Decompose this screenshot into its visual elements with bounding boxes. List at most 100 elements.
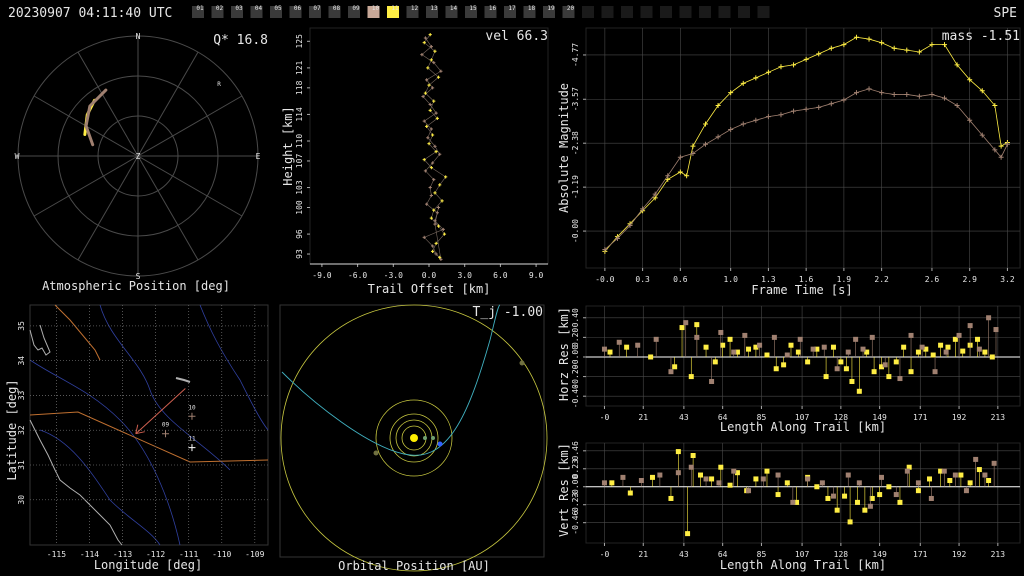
residual-point (810, 346, 816, 352)
y-tick-label: -3.57 (571, 87, 580, 111)
horz-res-xlabel: Length Along Trail [km] (720, 420, 886, 434)
residual-point (685, 531, 691, 537)
magnitude-point (703, 121, 709, 127)
plot-frame (585, 27, 1021, 269)
polar-north-label: N (136, 32, 141, 41)
x-tick-label: 6.0 (493, 271, 508, 280)
x-tick-label: -0.0 (595, 275, 614, 284)
height-point (429, 58, 433, 62)
residual-point (871, 369, 877, 375)
magnitude-point (684, 173, 690, 179)
residual-point (784, 480, 790, 486)
y-tick-label: 110 (295, 134, 304, 149)
residual-point (986, 478, 992, 483)
x-tick-label: -0 (600, 550, 610, 559)
residual-point (943, 349, 949, 355)
vert-res-plot: -0 21 43 64 85 107 128 149 171 192 2130.460.23-0.0… (571, 441, 1021, 559)
magnitude-point (816, 104, 822, 110)
residual-point (698, 472, 704, 478)
residual-point (775, 472, 781, 478)
magnitude-point (998, 143, 1004, 149)
magnitude-ylabel: Absolute Magnitude (557, 83, 571, 213)
earth-marker (437, 441, 443, 447)
residual-point (991, 460, 997, 466)
residual-point (616, 339, 622, 345)
residual-point (657, 472, 663, 478)
y-tick-label: 125 (295, 34, 304, 49)
residual-point (649, 474, 655, 480)
residual-point (668, 495, 674, 501)
residual-point (986, 315, 992, 321)
y-tick-label: -0.46 (571, 510, 580, 534)
y-tick-label: 118 (295, 80, 304, 95)
residual-point (973, 456, 979, 462)
residual-point (834, 366, 840, 372)
orbit-plot (279, 304, 548, 572)
residual-point (790, 499, 796, 505)
residual-point (607, 349, 613, 355)
height-plot: -9.0 -6.0 -3.0 0.0 3.0 6.0 9.0 93 96 100 103 107 110… (295, 27, 549, 280)
residual-point (862, 507, 868, 513)
station-box-empty (621, 6, 633, 18)
station-label: 08 (333, 5, 341, 12)
residual-point (731, 468, 737, 474)
height-point (429, 193, 433, 198)
residual-point (819, 480, 825, 486)
y-tick-label: 35 (17, 321, 26, 331)
residual-point (878, 474, 884, 480)
residual-point (805, 476, 811, 482)
residual-point (675, 470, 681, 476)
magnitude-point (866, 36, 872, 42)
station-label: 10 (372, 5, 380, 12)
residual-point (624, 344, 630, 350)
residual-point (830, 493, 836, 499)
y-tick-label: 100 (295, 200, 304, 215)
height-xlabel: Trail Offset [km] (368, 282, 491, 296)
residual-point (856, 480, 862, 486)
residual-point (843, 366, 849, 372)
y-tick-label: -0.40 (571, 384, 580, 408)
magnitude-point (740, 121, 746, 127)
residual-point (938, 342, 944, 348)
magnitude-point (778, 112, 784, 118)
residual-point (757, 342, 763, 348)
station-label: 02 (216, 5, 224, 12)
polar-radiant-label: R (217, 81, 221, 88)
y-tick-label: 34 (17, 356, 26, 366)
map-station-label: 09 (162, 422, 170, 429)
residual-point (635, 342, 641, 348)
y-tick-label: 0.40 (571, 308, 580, 327)
x-tick-label: 21 (638, 413, 648, 422)
residual-point (976, 467, 982, 473)
magnitude-point (765, 114, 771, 120)
station-box-empty (640, 6, 653, 18)
map-frame (29, 304, 269, 546)
x-tick-label: 2.6 (925, 275, 940, 284)
polar-q-label: Q* 16.8 (213, 33, 268, 48)
residual-point (814, 484, 820, 490)
station-label: 13 (430, 5, 438, 12)
magnitude-point (879, 40, 885, 46)
station-box-empty (699, 6, 711, 18)
residual-point (703, 344, 709, 350)
residual-point (963, 488, 969, 494)
magnitude-point (791, 108, 797, 114)
magnitude-xlabel: Frame Time [s] (751, 283, 852, 297)
orbit-tj-label: T_j -1.00 (473, 305, 543, 320)
magnitude-point (879, 90, 885, 96)
station-label: 01 (196, 5, 204, 12)
x-tick-label: 3.0 (457, 271, 472, 280)
x-tick-label: -109 (245, 550, 264, 559)
residual-point (897, 499, 903, 505)
magnitude-point (841, 42, 847, 48)
network-label: SPE (994, 6, 1017, 21)
horz-res-ylabel: Horz Res [km] (557, 307, 571, 401)
residual-point (967, 323, 973, 329)
residual-point (760, 476, 766, 482)
magnitude-point (916, 93, 922, 99)
y-tick-label: 0.20 (571, 328, 580, 347)
magnitude-point (677, 154, 683, 160)
residual-point (784, 352, 790, 358)
residual-point (653, 336, 659, 342)
residual-point (690, 453, 696, 458)
